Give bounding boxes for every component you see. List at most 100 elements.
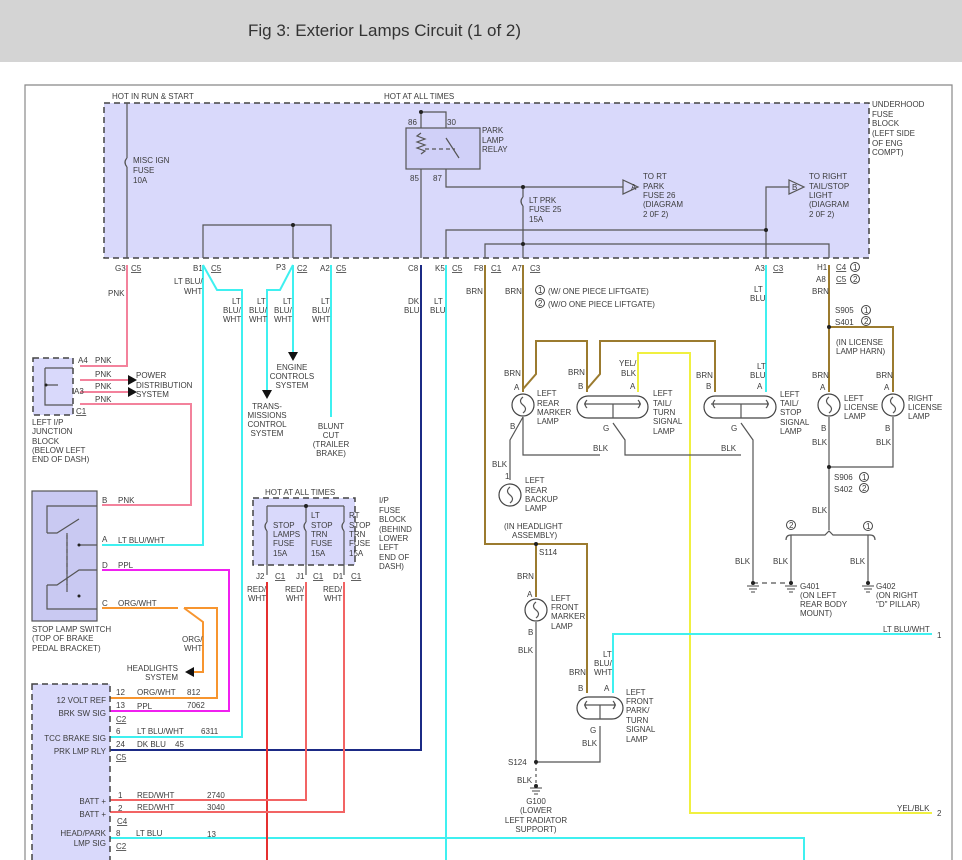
label-line: TURN <box>653 408 675 417</box>
label-line: LEFT <box>780 390 800 399</box>
wire-label: PNK <box>95 395 112 404</box>
wire-label: LT BLU/ <box>174 277 203 286</box>
label-line: BLOCK <box>32 437 60 446</box>
connector-label: C5 <box>336 264 347 273</box>
option-marker-2: 2 <box>864 317 869 326</box>
left-rear-marker-lamp <box>511 393 535 417</box>
pin-label: B1 <box>193 264 203 273</box>
label-line: TAIL/ <box>780 399 799 408</box>
wire-label: LT <box>754 285 763 294</box>
ground-label: MOUNT) <box>800 609 832 618</box>
connector-label: C5 <box>836 275 847 284</box>
option-marker-2: 2 <box>862 484 867 493</box>
label-line: 2 0F 2) <box>809 210 835 219</box>
option-marker-1: 1 <box>862 473 867 482</box>
connector-label: C2 <box>297 264 308 273</box>
label-line: (LEFT SIDE <box>872 129 915 138</box>
label-line: LAMP <box>908 412 930 421</box>
terminal-name: BATT + <box>79 797 106 806</box>
lt-prk-fuse-label: LT PRK <box>529 196 557 205</box>
circuit-number: 812 <box>187 688 201 697</box>
pin-label: B <box>510 422 515 431</box>
label-line: REAR <box>525 486 547 495</box>
wire-label: BRN <box>504 369 521 378</box>
pin-label: D1 <box>333 572 344 581</box>
relay-label: LAMP <box>482 136 504 145</box>
pin-label: B <box>528 628 533 637</box>
terminal-name: TCC BRAKE SIG <box>44 734 106 743</box>
label-line: FRONT <box>626 697 654 706</box>
label-line: MISSIONS <box>247 411 286 420</box>
label-line: LIGHT <box>809 191 833 200</box>
pin-label: C8 <box>408 264 419 273</box>
pin-label: B <box>821 424 826 433</box>
connector-label: C1 <box>313 572 324 581</box>
relay-pin: 87 <box>433 174 442 183</box>
wire-label: WHT <box>594 668 612 677</box>
splice-label: S906 <box>834 473 853 482</box>
label-line: LEFT <box>653 389 673 398</box>
label-line: PARK/ <box>626 706 650 715</box>
offpage-connector-2: 2 <box>937 809 942 818</box>
wire-label: WHT <box>184 287 202 296</box>
misc-ign-fuse-label: MISC IGN <box>133 156 170 165</box>
splice-location: (IN HEADLIGHT <box>504 522 563 531</box>
wire-label: BLU <box>750 371 766 380</box>
connector-label: C4 <box>836 263 847 272</box>
label-line: END OF DASH) <box>32 455 90 464</box>
ground-label: LEFT RADIATOR <box>505 816 567 825</box>
pin-label: G <box>590 726 596 735</box>
pin-label: A7 <box>512 264 522 273</box>
connector-label: C2 <box>116 842 127 851</box>
pin-label: J1 <box>296 572 305 581</box>
fuse-rating: 15A <box>311 549 326 558</box>
ground-label: G402 <box>876 582 896 591</box>
wire-label: ORG/WHT <box>137 688 176 697</box>
relay-label: PARK <box>482 126 504 135</box>
label-line: MARKER <box>551 612 585 621</box>
wire-label: RED/ <box>285 585 305 594</box>
stop-lamp-switch: B PNK A LT BLU/WHT D PPL C ORG/WHT STOP … <box>31 490 165 653</box>
wire-label: BLU <box>404 306 420 315</box>
left-tail-turn-signal-lamp <box>576 395 649 419</box>
pin-label: G <box>731 424 737 433</box>
label-line: LAMP <box>537 417 559 426</box>
wiring-diagram: HOT IN RUN & START HOT AT ALL TIMES UNDE… <box>24 84 953 860</box>
headlights-system-label: HEADLIGHTS <box>127 664 178 673</box>
wires <box>80 264 932 860</box>
label-line: (TOP OF BRAKE <box>32 634 94 643</box>
wire-label: LT BLU <box>136 829 163 838</box>
hot-in-run-label: HOT IN RUN & START <box>112 92 194 101</box>
pin-label: B <box>706 382 711 391</box>
label-line: (TRAILER <box>313 440 350 449</box>
lt-prk-fuse-label: FUSE 25 <box>529 205 562 214</box>
wire-label: PNK <box>108 289 125 298</box>
label-line: SYSTEM <box>276 381 309 390</box>
label-line: FUSE <box>872 110 893 119</box>
pin-label: 1 <box>118 791 123 800</box>
connector-label: C5 <box>452 264 463 273</box>
label-line: LEFT <box>379 543 399 552</box>
relay-pin: 86 <box>408 118 417 127</box>
label-line: BLUNT <box>318 422 344 431</box>
label-line: (BELOW LEFT <box>32 446 85 455</box>
circuit-number: 3040 <box>207 803 225 812</box>
pin-label: A3 <box>755 264 765 273</box>
label-line: LAMP <box>653 427 675 436</box>
wire-label: PNK <box>118 496 135 505</box>
label-line: ENGINE <box>277 363 308 372</box>
left-license-lamp <box>817 393 841 417</box>
wire-label: DK BLU <box>137 740 166 749</box>
label-line: TRANS- <box>252 402 282 411</box>
wire-label: BLK <box>721 444 737 453</box>
wire-label: BLU <box>750 294 766 303</box>
ip-fuse-block: HOT AT ALL TIMES STOP LAMPS FUSE 15A LT … <box>247 488 412 603</box>
label-line: 2 0F 2) <box>643 210 669 219</box>
wire-label: LT <box>434 297 443 306</box>
label-line: POWER <box>136 371 166 380</box>
ground-label: (LOWER <box>520 806 552 815</box>
circuit-number: 2740 <box>207 791 225 800</box>
label-line: MARKER <box>537 408 571 417</box>
pin-label: 13 <box>116 701 125 710</box>
fuse-label: FUSE <box>273 539 294 548</box>
